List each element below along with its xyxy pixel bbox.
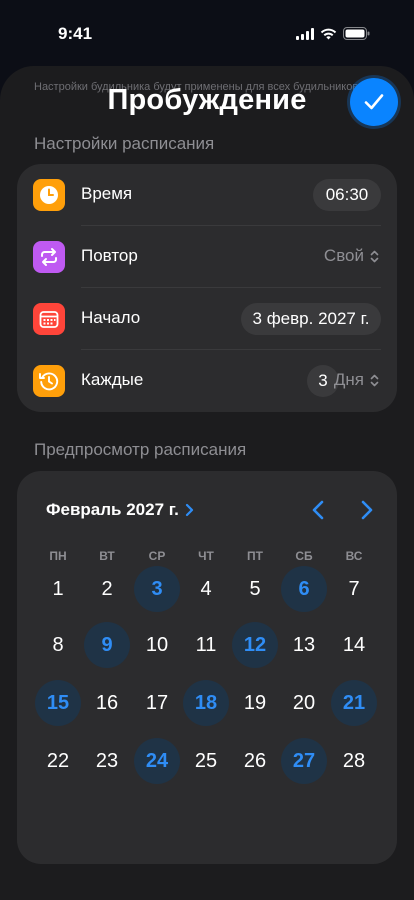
calendar-day-scheduled[interactable]: 24 (134, 738, 180, 784)
schedule-settings-label: Настройки расписания (34, 134, 215, 153)
alarm-sheet: Настройки будильника будут применены для… (0, 66, 414, 900)
weekday-label: ПТ (247, 549, 263, 563)
status-time: 9:41 (58, 24, 93, 43)
chevron-left-icon (312, 500, 324, 520)
schedule-preview-label: Предпросмотр расписания (34, 440, 247, 459)
calendar-day-scheduled[interactable]: 6 (281, 566, 327, 612)
calendar-day[interactable]: 23 (84, 738, 130, 784)
calendar-day-scheduled[interactable]: 27 (281, 738, 327, 784)
chevron-up-down-icon (370, 374, 379, 386)
every-label: Каждые (81, 370, 144, 389)
calendar-day[interactable]: 7 (331, 566, 377, 612)
repeat-row[interactable]: Повтор Свой (17, 226, 397, 288)
done-button[interactable] (350, 78, 398, 126)
weekday-label: ПН (49, 549, 67, 563)
wifi-icon (320, 28, 337, 39)
calendar-day[interactable]: 5 (232, 566, 278, 612)
every-unit-value: Дня (333, 370, 364, 389)
weekday-label: СБ (295, 549, 313, 563)
weekday-label: ЧТ (198, 549, 214, 563)
repeat-label: Повтор (81, 246, 138, 265)
time-row[interactable]: Время 06:30 (17, 164, 397, 226)
time-picker[interactable]: 06:30 (313, 179, 381, 211)
chevron-up-down-icon (370, 250, 379, 262)
calendar-day[interactable]: 14 (331, 622, 377, 668)
battery-icon (343, 27, 370, 40)
status-bar: 9:41 (0, 0, 414, 60)
start-label: Начало (81, 308, 141, 327)
calendar-day-scheduled[interactable]: 18 (183, 680, 229, 726)
clock-icon (33, 179, 65, 211)
signal-icon (296, 27, 314, 40)
calendar-day[interactable]: 22 (35, 738, 81, 784)
previous-month-button[interactable] (309, 499, 329, 526)
repeat-menu[interactable]: Свой (324, 246, 379, 266)
calendar-icon (33, 303, 65, 335)
calendar-day[interactable]: 17 (134, 680, 180, 726)
schedule-settings-group: Время 06:30 Повтор Свой Начало 3 февр. 2… (17, 164, 397, 412)
every-unit-menu[interactable]: Дня (334, 370, 379, 390)
start-date-picker[interactable]: 3 февр. 2027 г. (241, 303, 381, 335)
start-row[interactable]: Начало 3 февр. 2027 г. (17, 288, 397, 350)
month-label: Февраль 2027 г. (46, 500, 179, 519)
status-icons (296, 27, 370, 40)
weekday-label: ВТ (99, 549, 115, 563)
calendar-day[interactable]: 25 (183, 738, 229, 784)
checkmark-icon (364, 94, 384, 110)
every-row[interactable]: Каждые 3 Дня (17, 350, 397, 412)
weekday-label: ВС (345, 549, 363, 563)
calendar-day[interactable]: 26 (232, 738, 278, 784)
calendar-day-scheduled[interactable]: 21 (331, 680, 377, 726)
time-label: Время (81, 184, 133, 203)
repeat-icon (33, 241, 65, 273)
calendar-day[interactable]: 8 (35, 622, 81, 668)
repeat-value: Свой (323, 246, 364, 265)
calendar-day-scheduled[interactable]: 3 (134, 566, 180, 612)
weekday-label: СР (148, 549, 166, 563)
month-picker-button[interactable]: Февраль 2027 г. (46, 500, 194, 520)
calendar-day[interactable]: 13 (281, 622, 327, 668)
calendar-day[interactable]: 19 (232, 680, 278, 726)
chevron-right-small-icon (185, 503, 193, 517)
calendar-day-scheduled[interactable]: 15 (35, 680, 81, 726)
calendar-day-scheduled[interactable]: 9 (84, 622, 130, 668)
calendar-day[interactable]: 4 (183, 566, 229, 612)
calendar-day[interactable]: 2 (84, 566, 130, 612)
next-month-button[interactable] (356, 499, 376, 526)
calendar-day[interactable]: 11 (183, 622, 229, 668)
calendar-day-scheduled[interactable]: 12 (232, 622, 278, 668)
calendar-preview: Февраль 2027 г. ПН ВТ СР ЧТ ПТ СБ ВС 123456789… (17, 471, 397, 864)
calendar-day[interactable]: 28 (331, 738, 377, 784)
calendar-day[interactable]: 10 (134, 622, 180, 668)
calendar-day[interactable]: 16 (84, 680, 130, 726)
chevron-right-icon (361, 500, 373, 520)
calendar-day[interactable]: 1 (35, 566, 81, 612)
history-icon (33, 365, 65, 397)
calendar-day[interactable]: 20 (281, 680, 327, 726)
